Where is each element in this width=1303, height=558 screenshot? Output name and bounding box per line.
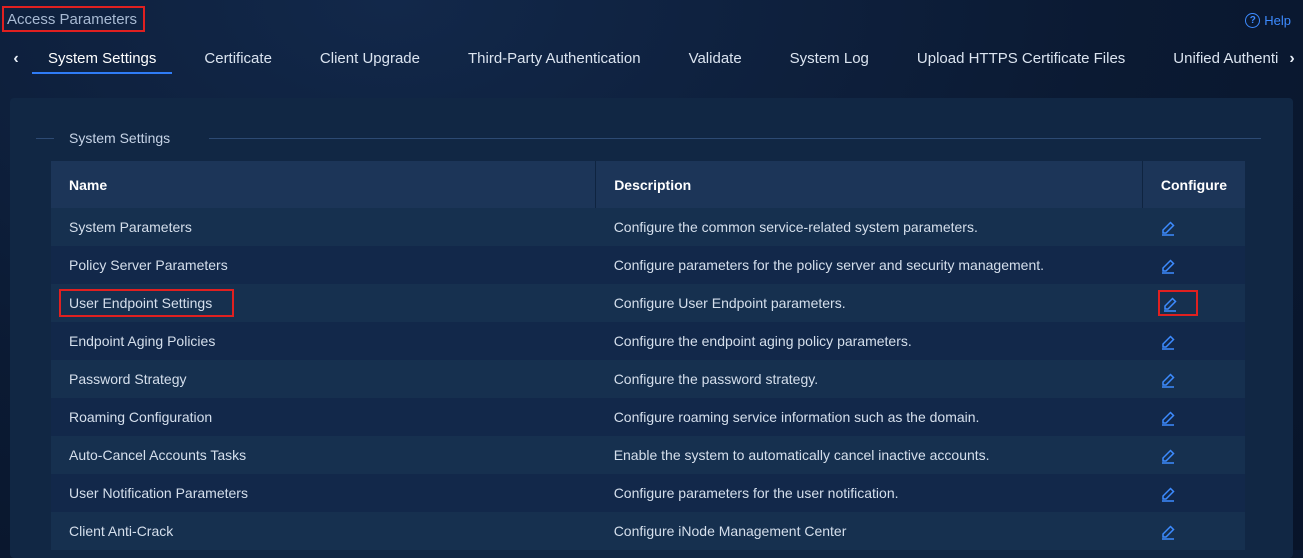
highlighted-row-name: User Endpoint Settings (59, 289, 235, 317)
column-header-name: Name (51, 161, 596, 208)
row-name: Policy Server Parameters (51, 246, 596, 284)
row-configure (1142, 322, 1245, 360)
row-configure (1142, 512, 1245, 550)
table-row: Roaming Configuration Configure roaming … (51, 398, 1245, 436)
settings-table: Name Description Configure System Parame… (51, 161, 1245, 550)
pencil-edit-icon[interactable] (1160, 372, 1176, 388)
column-header-configure: Configure (1141, 161, 1245, 208)
tab-unified-authentication[interactable]: Unified Authenti (1157, 44, 1282, 74)
row-description: Configure iNode Management Center (595, 512, 1143, 550)
row-name: User Endpoint Settings (51, 284, 596, 322)
row-configure (1142, 398, 1245, 436)
chevron-right-icon[interactable]: › (1281, 44, 1303, 74)
row-description: Enable the system to automatically cance… (595, 436, 1143, 474)
table-header-row: Name Description Configure (51, 161, 1245, 208)
row-name: System Parameters (51, 208, 596, 246)
top-bar: Access Parameters ? Help (0, 0, 1303, 44)
row-configure (1142, 246, 1245, 284)
table-row: User Notification Parameters Configure p… (51, 474, 1245, 512)
pencil-edit-icon[interactable] (1160, 258, 1176, 274)
tab-bar: ‹ System Settings Certificate Client Upg… (0, 44, 1303, 76)
question-circle-icon: ? (1245, 13, 1261, 28)
pencil-edit-icon[interactable] (1160, 334, 1176, 350)
help-link[interactable]: ? Help (1245, 13, 1291, 28)
row-description: Configure parameters for the policy serv… (595, 246, 1143, 284)
highlighted-configure (1158, 290, 1199, 316)
pencil-edit-icon[interactable] (1160, 448, 1176, 464)
row-name: Client Anti-Crack (51, 512, 596, 550)
row-description: Configure the common service-related sys… (595, 208, 1143, 246)
row-name: Roaming Configuration (51, 398, 596, 436)
page-title: Access Parameters (2, 6, 146, 32)
tab-system-log[interactable]: System Log (774, 44, 885, 74)
table-row: Auto-Cancel Accounts Tasks Enable the sy… (51, 436, 1245, 474)
section-title: System Settings (69, 130, 171, 146)
tab-client-upgrade[interactable]: Client Upgrade (304, 44, 436, 74)
row-configure (1142, 208, 1245, 246)
tab-validate[interactable]: Validate (673, 44, 758, 74)
help-label: Help (1264, 13, 1291, 28)
row-name: Auto-Cancel Accounts Tasks (51, 436, 596, 474)
table-row: Client Anti-Crack Configure iNode Manage… (51, 512, 1245, 550)
chevron-left-icon[interactable]: ‹ (0, 44, 32, 74)
content-panel: System Settings Name Description Configu… (10, 98, 1293, 558)
row-name: Endpoint Aging Policies (51, 322, 596, 360)
table-row: System Parameters Configure the common s… (51, 208, 1245, 246)
pencil-edit-icon[interactable] (1160, 220, 1176, 236)
row-description: Configure parameters for the user notifi… (595, 474, 1143, 512)
tab-certificate[interactable]: Certificate (188, 44, 288, 74)
row-configure (1142, 360, 1245, 398)
row-name: Password Strategy (51, 360, 596, 398)
section-divider-right (209, 138, 1261, 139)
row-description: Configure the password strategy. (595, 360, 1143, 398)
row-description: Configure the endpoint aging policy para… (595, 322, 1143, 360)
table-row: Endpoint Aging Policies Configure the en… (51, 322, 1245, 360)
row-configure (1142, 284, 1245, 322)
pencil-edit-icon[interactable] (1160, 410, 1176, 426)
page-title-text: Access Parameters (7, 10, 138, 28)
pencil-edit-icon[interactable] (1160, 486, 1176, 502)
row-configure (1142, 436, 1245, 474)
tab-system-settings[interactable]: System Settings (32, 44, 173, 74)
tab-third-party-authentication[interactable]: Third-Party Authentication (452, 44, 657, 74)
table-row: Password Strategy Configure the password… (51, 360, 1245, 398)
row-configure (1142, 474, 1245, 512)
column-header-description: Description (595, 161, 1143, 208)
section-divider-left (36, 138, 54, 139)
row-name: User Notification Parameters (51, 474, 596, 512)
table-row: Policy Server Parameters Configure param… (51, 246, 1245, 284)
pencil-edit-icon[interactable] (1162, 296, 1178, 312)
section-header: System Settings (36, 128, 1261, 148)
table-row: User Endpoint Settings Configure User En… (51, 284, 1245, 322)
tab-list: System Settings Certificate Client Upgra… (32, 44, 1282, 74)
row-description: Configure roaming service information su… (595, 398, 1143, 436)
row-description: Configure User Endpoint parameters. (595, 284, 1143, 322)
pencil-edit-icon[interactable] (1160, 524, 1176, 540)
tab-upload-https-certificate-files[interactable]: Upload HTTPS Certificate Files (901, 44, 1141, 74)
